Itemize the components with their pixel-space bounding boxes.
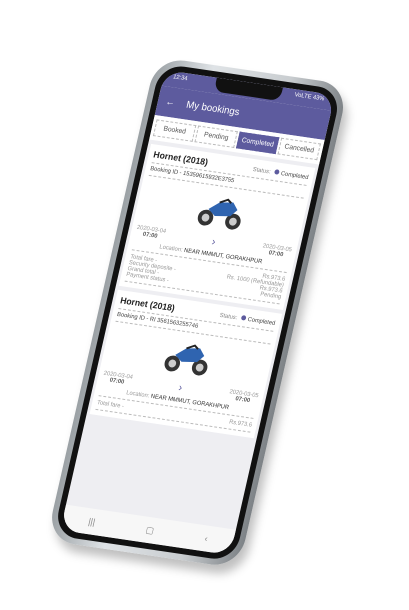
booking-card[interactable]: Hornet (2018) Status: Completed Booking I…: [89, 289, 283, 439]
recent-apps-icon[interactable]: |||: [87, 516, 96, 527]
status-time: 12:34: [172, 74, 188, 83]
back-icon[interactable]: ‹: [204, 533, 209, 543]
arrow-left-icon[interactable]: ←: [164, 96, 176, 108]
tab-booked[interactable]: Booked: [152, 119, 197, 142]
tab-completed[interactable]: Completed: [235, 131, 280, 155]
chevron-right-icon: ›: [177, 381, 184, 395]
chevron-right-icon: ›: [210, 235, 217, 249]
phone-mockup: 12:34 VoLTE 43% ← My bookings Booked Pen…: [46, 56, 349, 569]
page-title: My bookings: [185, 99, 241, 118]
home-icon[interactable]: ▢: [145, 524, 155, 536]
tab-pending[interactable]: Pending: [194, 125, 238, 148]
tab-cancelled[interactable]: Cancelled: [277, 137, 321, 161]
booking-card[interactable]: Hornet (2018) Status: Completed Booking I…: [118, 143, 316, 310]
